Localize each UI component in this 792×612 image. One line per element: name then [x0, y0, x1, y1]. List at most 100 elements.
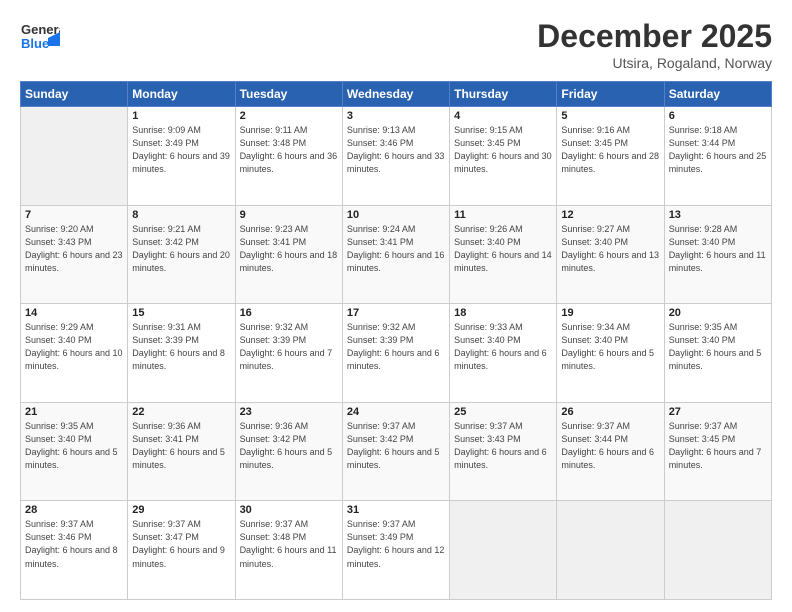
calendar-cell: 14 Sunrise: 9:29 AMSunset: 3:40 PMDayligh… [21, 304, 128, 403]
day-info: Sunrise: 9:37 AMSunset: 3:46 PMDaylight:… [25, 518, 123, 570]
day-info: Sunrise: 9:37 AMSunset: 3:43 PMDaylight:… [454, 420, 552, 472]
day-info: Sunrise: 9:29 AMSunset: 3:40 PMDaylight:… [25, 321, 123, 373]
calendar-cell: 22 Sunrise: 9:36 AMSunset: 3:41 PMDayligh… [128, 402, 235, 501]
day-number: 6 [669, 110, 767, 122]
day-number: 17 [347, 307, 445, 319]
calendar-week-row: 1 Sunrise: 9:09 AMSunset: 3:49 PMDaylight… [21, 107, 772, 206]
calendar-cell: 5 Sunrise: 9:16 AMSunset: 3:45 PMDaylight… [557, 107, 664, 206]
header: General Blue December 2025 Utsira, Rogal… [20, 18, 772, 71]
title-block: December 2025 Utsira, Rogaland, Norway [537, 18, 772, 71]
calendar-cell: 24 Sunrise: 9:37 AMSunset: 3:42 PMDayligh… [342, 402, 449, 501]
day-number: 18 [454, 307, 552, 319]
weekday-header: Sunday [21, 82, 128, 107]
day-number: 26 [561, 406, 659, 418]
day-number: 1 [132, 110, 230, 122]
day-info: Sunrise: 9:37 AMSunset: 3:44 PMDaylight:… [561, 420, 659, 472]
calendar-cell: 28 Sunrise: 9:37 AMSunset: 3:46 PMDayligh… [21, 501, 128, 600]
day-number: 22 [132, 406, 230, 418]
day-number: 11 [454, 209, 552, 221]
day-number: 24 [347, 406, 445, 418]
day-info: Sunrise: 9:32 AMSunset: 3:39 PMDaylight:… [240, 321, 338, 373]
day-number: 15 [132, 307, 230, 319]
weekday-header: Wednesday [342, 82, 449, 107]
day-number: 7 [25, 209, 123, 221]
calendar-cell: 16 Sunrise: 9:32 AMSunset: 3:39 PMDayligh… [235, 304, 342, 403]
day-info: Sunrise: 9:36 AMSunset: 3:42 PMDaylight:… [240, 420, 338, 472]
day-info: Sunrise: 9:21 AMSunset: 3:42 PMDaylight:… [132, 223, 230, 275]
day-number: 27 [669, 406, 767, 418]
day-info: Sunrise: 9:37 AMSunset: 3:42 PMDaylight:… [347, 420, 445, 472]
day-number: 20 [669, 307, 767, 319]
calendar-cell [450, 501, 557, 600]
calendar-cell: 26 Sunrise: 9:37 AMSunset: 3:44 PMDayligh… [557, 402, 664, 501]
day-info: Sunrise: 9:37 AMSunset: 3:48 PMDaylight:… [240, 518, 338, 570]
day-number: 25 [454, 406, 552, 418]
weekday-header: Monday [128, 82, 235, 107]
day-info: Sunrise: 9:35 AMSunset: 3:40 PMDaylight:… [669, 321, 767, 373]
day-number: 19 [561, 307, 659, 319]
calendar-week-row: 28 Sunrise: 9:37 AMSunset: 3:46 PMDayligh… [21, 501, 772, 600]
day-info: Sunrise: 9:09 AMSunset: 3:49 PMDaylight:… [132, 124, 230, 176]
calendar-cell: 4Sunrise: 9:15 AMSunset: 3:45 PMDaylight… [450, 107, 557, 206]
calendar-cell: 25 Sunrise: 9:37 AMSunset: 3:43 PMDayligh… [450, 402, 557, 501]
calendar-cell: 15 Sunrise: 9:31 AMSunset: 3:39 PMDayligh… [128, 304, 235, 403]
weekday-header-row: SundayMondayTuesdayWednesdayThursdayFrid… [21, 82, 772, 107]
calendar-cell: 30 Sunrise: 9:37 AMSunset: 3:48 PMDayligh… [235, 501, 342, 600]
calendar-cell [21, 107, 128, 206]
day-info: Sunrise: 9:33 AMSunset: 3:40 PMDaylight:… [454, 321, 552, 373]
calendar-cell: 17 Sunrise: 9:32 AMSunset: 3:39 PMDayligh… [342, 304, 449, 403]
calendar-cell: 1 Sunrise: 9:09 AMSunset: 3:49 PMDaylight… [128, 107, 235, 206]
day-info: Sunrise: 9:34 AMSunset: 3:40 PMDaylight:… [561, 321, 659, 373]
calendar-cell: 7Sunrise: 9:20 AMSunset: 3:43 PMDaylight… [21, 205, 128, 304]
calendar-cell [557, 501, 664, 600]
day-number: 13 [669, 209, 767, 221]
day-info: Sunrise: 9:37 AMSunset: 3:47 PMDaylight:… [132, 518, 230, 570]
day-number: 9 [240, 209, 338, 221]
day-info: Sunrise: 9:24 AMSunset: 3:41 PMDaylight:… [347, 223, 445, 275]
day-info: Sunrise: 9:31 AMSunset: 3:39 PMDaylight:… [132, 321, 230, 373]
svg-text:Blue: Blue [21, 36, 49, 51]
calendar-cell: 8 Sunrise: 9:21 AMSunset: 3:42 PMDaylight… [128, 205, 235, 304]
calendar-cell: 31 Sunrise: 9:37 AMSunset: 3:49 PMDayligh… [342, 501, 449, 600]
day-number: 29 [132, 504, 230, 516]
day-info: Sunrise: 9:36 AMSunset: 3:41 PMDaylight:… [132, 420, 230, 472]
calendar-cell: 12Sunrise: 9:27 AMSunset: 3:40 PMDayligh… [557, 205, 664, 304]
day-number: 23 [240, 406, 338, 418]
day-number: 28 [25, 504, 123, 516]
day-info: Sunrise: 9:32 AMSunset: 3:39 PMDaylight:… [347, 321, 445, 373]
calendar-cell: 6 Sunrise: 9:18 AMSunset: 3:44 PMDaylight… [664, 107, 771, 206]
day-number: 14 [25, 307, 123, 319]
day-number: 5 [561, 110, 659, 122]
svg-text:General: General [21, 22, 60, 37]
calendar-cell: 13 Sunrise: 9:28 AMSunset: 3:40 PMDayligh… [664, 205, 771, 304]
day-number: 31 [347, 504, 445, 516]
day-number: 21 [25, 406, 123, 418]
logo: General Blue [20, 18, 64, 56]
page: General Blue December 2025 Utsira, Rogal… [0, 0, 792, 612]
weekday-header: Saturday [664, 82, 771, 107]
location-subtitle: Utsira, Rogaland, Norway [537, 55, 772, 71]
day-number: 4 [454, 110, 552, 122]
calendar-cell: 9Sunrise: 9:23 AMSunset: 3:41 PMDaylight… [235, 205, 342, 304]
calendar-cell: 11 Sunrise: 9:26 AMSunset: 3:40 PMDayligh… [450, 205, 557, 304]
day-info: Sunrise: 9:37 AMSunset: 3:45 PMDaylight:… [669, 420, 767, 472]
calendar-week-row: 21 Sunrise: 9:35 AMSunset: 3:40 PMDayligh… [21, 402, 772, 501]
day-info: Sunrise: 9:26 AMSunset: 3:40 PMDaylight:… [454, 223, 552, 275]
day-info: Sunrise: 9:37 AMSunset: 3:49 PMDaylight:… [347, 518, 445, 570]
day-info: Sunrise: 9:13 AMSunset: 3:46 PMDaylight:… [347, 124, 445, 176]
day-info: Sunrise: 9:16 AMSunset: 3:45 PMDaylight:… [561, 124, 659, 176]
day-number: 10 [347, 209, 445, 221]
day-info: Sunrise: 9:28 AMSunset: 3:40 PMDaylight:… [669, 223, 767, 275]
day-number: 16 [240, 307, 338, 319]
day-info: Sunrise: 9:35 AMSunset: 3:40 PMDaylight:… [25, 420, 123, 472]
calendar-cell: 19 Sunrise: 9:34 AMSunset: 3:40 PMDayligh… [557, 304, 664, 403]
calendar-cell: 27 Sunrise: 9:37 AMSunset: 3:45 PMDayligh… [664, 402, 771, 501]
day-info: Sunrise: 9:18 AMSunset: 3:44 PMDaylight:… [669, 124, 767, 176]
day-number: 8 [132, 209, 230, 221]
calendar-cell: 23 Sunrise: 9:36 AMSunset: 3:42 PMDayligh… [235, 402, 342, 501]
day-number: 3 [347, 110, 445, 122]
calendar-cell: 3 Sunrise: 9:13 AMSunset: 3:46 PMDaylight… [342, 107, 449, 206]
calendar-week-row: 14 Sunrise: 9:29 AMSunset: 3:40 PMDayligh… [21, 304, 772, 403]
day-number: 30 [240, 504, 338, 516]
weekday-header: Friday [557, 82, 664, 107]
